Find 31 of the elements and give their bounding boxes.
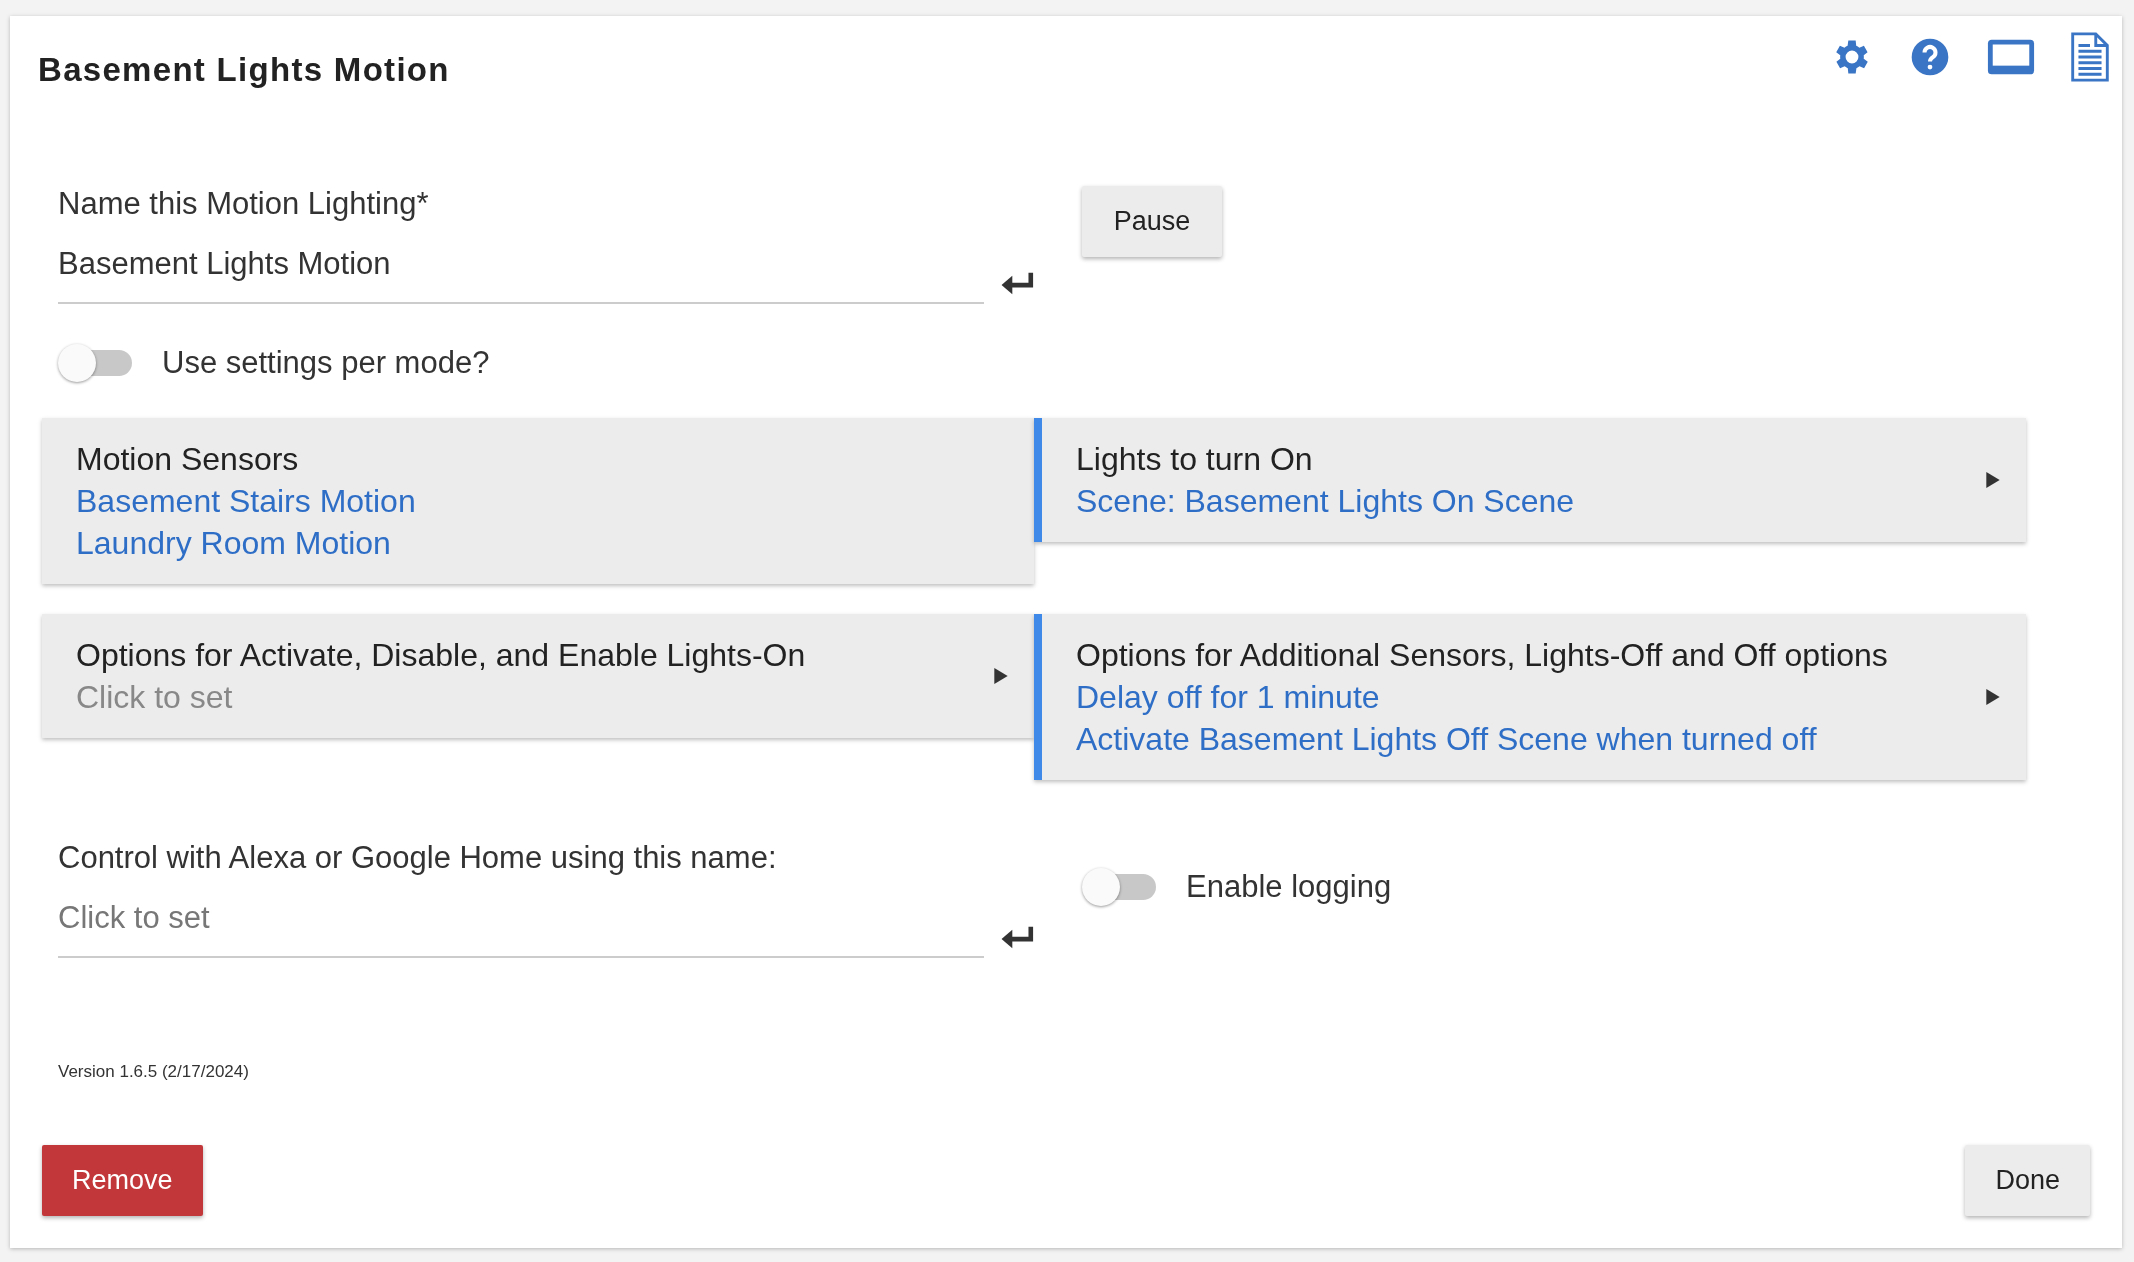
settings-section[interactable]: Motion Sensors Basement Stairs Motion Laundry Room Motion xyxy=(42,418,1034,584)
setting-value: Activate Basement Lights Off Scene when turned off xyxy=(1076,720,1818,759)
document-icon[interactable] xyxy=(2070,32,2110,82)
section-hint: Click to set xyxy=(76,678,234,717)
mode-toggle[interactable] xyxy=(58,344,132,382)
section-title: Options for Additional Sensors, Lights-Off and Off options xyxy=(1076,636,1888,675)
done-button[interactable]: Done xyxy=(1965,1145,2090,1216)
toggle-label: Enable logging xyxy=(1186,869,1392,905)
setting-value: Basement Stairs Motion xyxy=(76,482,416,521)
pause-button[interactable]: Pause xyxy=(1082,186,1222,257)
remove-button[interactable]: Remove xyxy=(42,1145,203,1216)
toggle-label: Use settings per mode? xyxy=(162,345,490,381)
section-title: Lights to turn On xyxy=(1076,440,1314,479)
triangle-right-icon[interactable] xyxy=(994,668,1008,684)
setting-value: Laundry Room Motion xyxy=(76,524,392,563)
setting-value: Scene: Basement Lights On Scene xyxy=(1076,482,1575,521)
field-label: Name this Motion Lighting* xyxy=(58,186,430,222)
triangle-right-icon[interactable] xyxy=(1986,689,2000,705)
setting-value: Delay off for 1 minute xyxy=(1076,678,1381,717)
triangle-right-icon[interactable] xyxy=(1986,472,2000,488)
logging-toggle[interactable] xyxy=(1082,868,1156,906)
section-title: Options for Activate, Disable, and Enable Lights-On xyxy=(76,636,806,675)
name-input-field[interactable]: Click to set xyxy=(58,900,985,958)
settings-section[interactable]: Options for Activate, Disable, and Enable Lights-On Click to set xyxy=(42,614,1034,738)
name-field[interactable]: Basement Lights Motion xyxy=(58,246,985,304)
version-text: Version 1.6.5 (2/17/2024) xyxy=(58,1062,250,1082)
settings-section[interactable]: Options for Additional Sensors, Lights-Off and Off options Delay off for 1 minute Activate Basement Lights Off Scene when turned off xyxy=(1034,614,2026,780)
field-label: Control with Alexa or Google Home using this name: xyxy=(58,840,778,876)
section-title: Motion Sensors xyxy=(76,440,300,479)
page-title: Basement Lights Motion xyxy=(38,51,450,89)
settings-section[interactable]: Lights to turn On Scene: Basement Lights On Scene xyxy=(1034,418,2026,542)
